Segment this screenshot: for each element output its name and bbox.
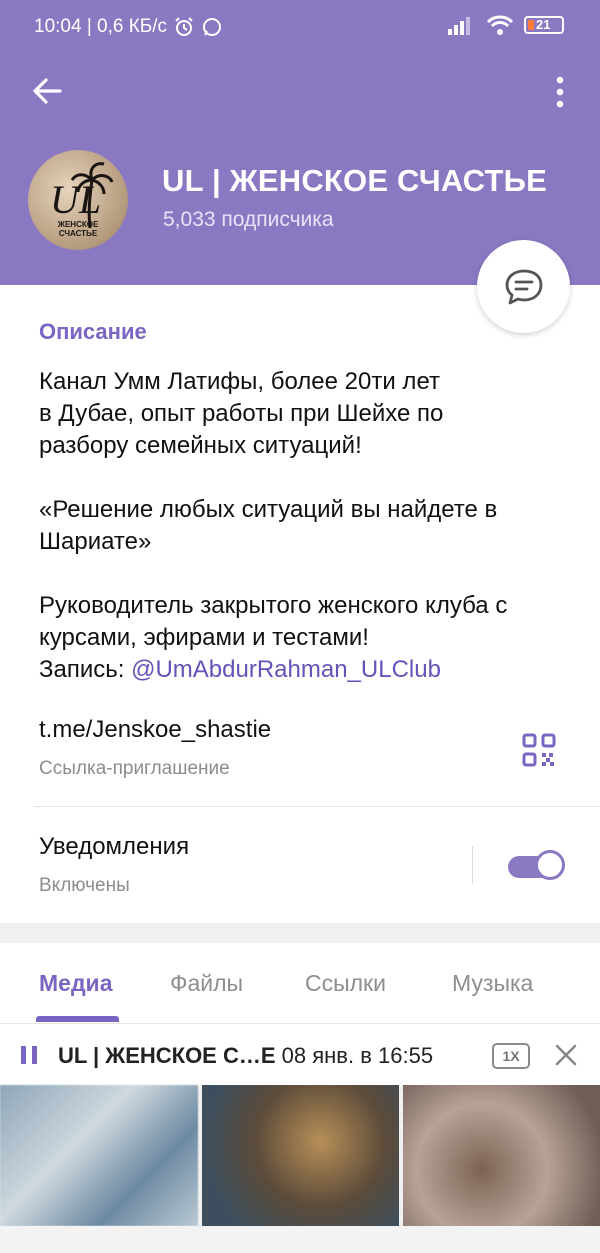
back-arrow-icon[interactable] [30,74,64,108]
description-text: Канал Умм Латифы, более 20ти лет в Дубае… [39,366,569,686]
tab-links[interactable]: Ссылки [305,970,386,997]
subscriber-count: 5,033 подписчика [163,208,334,231]
status-time: 10:04 | 0,6 КБ/с [34,16,168,37]
discussion-button[interactable] [477,240,570,333]
tab-music[interactable]: Музыка [452,970,533,997]
invite-link-label: Ссылка-приглашение [39,758,230,779]
status-bar: 10:04 | 0,6 КБ/с 21 [0,0,600,58]
qr-code-icon[interactable] [522,733,556,767]
player-track[interactable]: UL | ЖЕНСКОЕ С…Е 08 янв. в 16:55 [58,1043,433,1069]
whatsapp-icon [203,18,222,36]
tab-active-indicator [36,1016,119,1022]
audio-player-bar[interactable]: UL | ЖЕНСКОЕ С…Е 08 янв. в 16:55 1X [0,1023,600,1086]
tab-files[interactable]: Файлы [170,970,243,997]
media-thumbnail[interactable] [403,1085,600,1226]
chat-bubble-icon [505,269,542,304]
divider [34,806,600,807]
vertical-separator [472,846,473,884]
notifications-label[interactable]: Уведомления [39,833,189,861]
media-thumbnail[interactable] [202,1085,399,1226]
avatar-monogram: UL [50,177,102,222]
media-thumbnail[interactable] [0,1085,198,1226]
channel-title: UL | ЖЕНСКОЕ СЧАСТЬЕ [162,163,547,198]
description-heading: Описание [39,319,147,344]
alarm-icon [175,17,193,36]
player-title: UL | ЖЕНСКОЕ С…Е [58,1043,276,1068]
status-left: 10:04 | 0,6 КБ/с [34,16,223,38]
media-tabs: Медиа Файлы Ссылки Музыка [0,943,600,1023]
signal-icon [448,17,470,35]
notifications-toggle[interactable] [508,850,565,880]
avatar-caption: ЖЕНСКОЕ СЧАСТЬЕ [57,220,99,238]
more-vert-icon[interactable] [546,74,574,110]
channel-avatar[interactable]: UL ЖЕНСКОЕ СЧАСТЬЕ [28,150,128,250]
battery-level: 21 [536,17,551,32]
description-mention-link[interactable]: @UmAbdurRahman_ULClub [131,656,441,683]
notifications-state: Включены [39,875,130,896]
toggle-knob [535,850,565,880]
wifi-icon [486,15,514,35]
player-time: 08 янв. в 16:55 [281,1043,434,1068]
pause-icon[interactable] [20,1046,38,1064]
status-right: 21 [448,14,564,36]
tab-media[interactable]: Медиа [39,970,112,997]
invite-link[interactable]: t.me/Jenskoe_shastie [39,716,271,744]
battery-icon: 21 [524,16,564,34]
close-icon[interactable] [553,1042,579,1068]
bottom-bar [0,1226,600,1253]
playback-speed-button[interactable]: 1X [492,1043,530,1069]
description-body: Канал Умм Латифы, более 20ти лет в Дубае… [39,368,508,683]
